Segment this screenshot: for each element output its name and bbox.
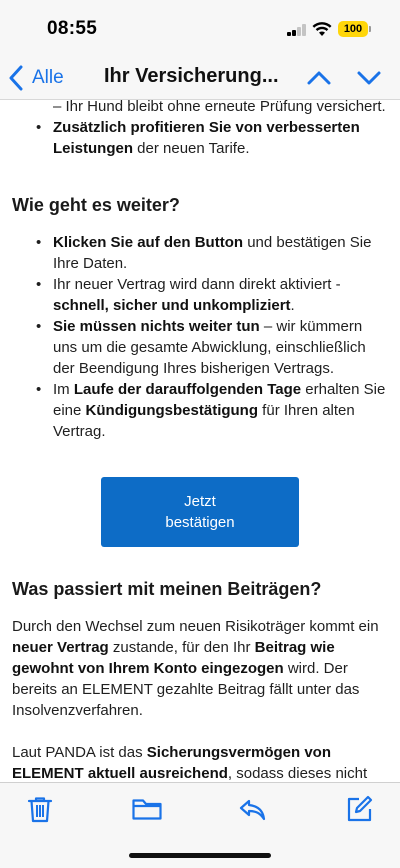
back-label: Alle	[32, 67, 64, 88]
list-item: Sie müssen nichts weiter tun – wir kümme…	[36, 316, 388, 379]
wifi-icon	[312, 21, 332, 37]
paragraph: Durch den Wechsel zum neuen Risikoträger…	[12, 618, 379, 719]
paragraph: Laut PANDA ist das Sicherungsvermögen vo…	[12, 744, 368, 782]
section-heading: Was passiert mit meinen Beiträgen?	[12, 579, 322, 599]
trash-button[interactable]	[25, 794, 55, 824]
previous-message-button[interactable]	[305, 64, 333, 92]
benefits-list: – Ihr Hund bleibt ohne erneute Prüfung v…	[0, 100, 400, 159]
list-item: Im Laufe der darauffolgenden Tage erhalt…	[36, 379, 388, 442]
confirm-button[interactable]: Jetzt bestätigen	[101, 477, 299, 547]
section-heading: Wie geht es weiter?	[12, 195, 180, 215]
next-steps-list: Klicken Sie auf den Button und bestätige…	[0, 232, 400, 442]
message-body[interactable]: – Ihr Hund bleibt ohne erneute Prüfung v…	[0, 100, 400, 782]
list-item: Zusätzlich profitieren Sie von verbesser…	[36, 117, 388, 159]
confirm-button-line2: bestätigen	[165, 514, 235, 531]
compose-button[interactable]	[344, 794, 374, 824]
confirm-button-line1: Jetzt	[184, 493, 216, 510]
folder-icon	[132, 799, 162, 820]
chevron-down-icon	[357, 71, 381, 85]
compose-icon	[347, 795, 373, 822]
cellular-signal-icon	[287, 24, 307, 36]
list-item: Klicken Sie auf den Button und bestätige…	[36, 232, 388, 274]
chevron-left-icon	[9, 65, 23, 91]
status-time: 08:55	[47, 18, 98, 39]
move-to-folder-button[interactable]	[131, 794, 163, 824]
message-subject-title: Ihr Versicherung...	[104, 65, 279, 87]
battery-icon: 100	[338, 21, 371, 37]
chevron-up-icon	[307, 71, 331, 85]
reply-icon	[239, 799, 266, 821]
next-message-button[interactable]	[355, 64, 383, 92]
bottom-toolbar	[0, 782, 400, 868]
status-bar: 08:55 100	[0, 0, 400, 56]
trash-icon	[27, 797, 53, 823]
reply-button[interactable]	[237, 794, 267, 824]
back-button[interactable]: Alle	[8, 62, 64, 94]
list-item: – Ihr Hund bleibt ohne erneute Prüfung v…	[53, 100, 386, 115]
home-indicator[interactable]	[129, 853, 271, 858]
list-item: Ihr neuer Vertrag wird dann direkt aktiv…	[36, 274, 388, 316]
navigation-bar: Alle Ihr Versicherung...	[0, 56, 400, 100]
